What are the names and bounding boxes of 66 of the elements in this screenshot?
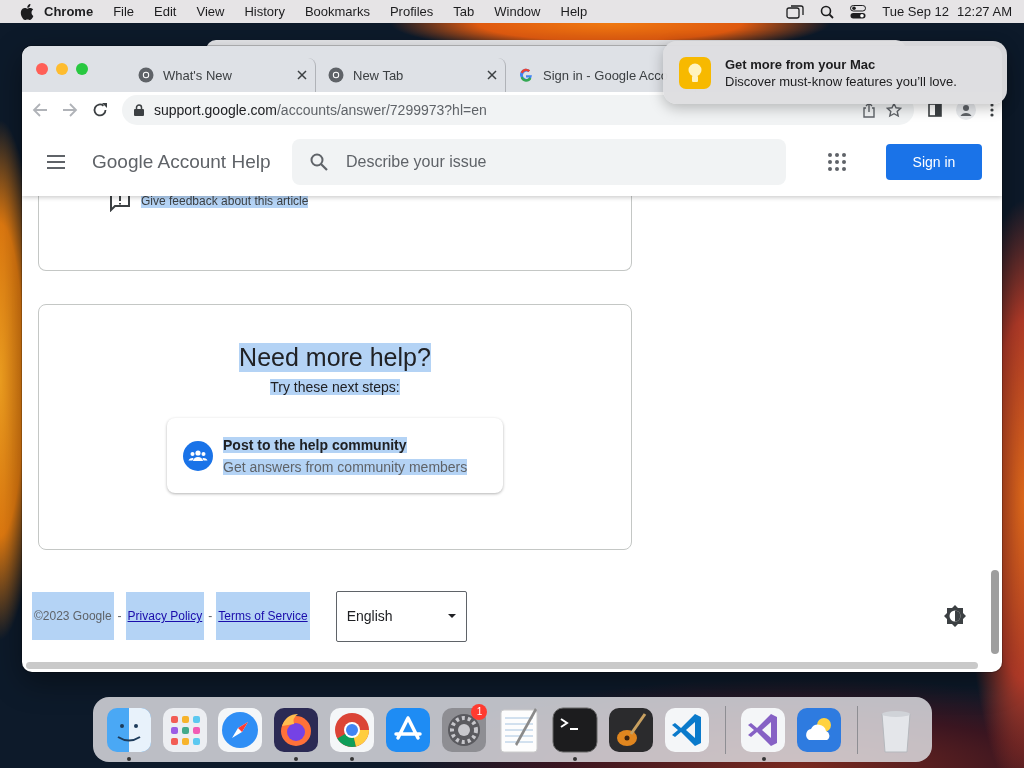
lock-icon [134, 104, 144, 116]
theme-icon[interactable] [944, 605, 966, 627]
code-editor-icon[interactable] [662, 705, 711, 754]
chrome-icon [328, 67, 344, 83]
menu-bar-date[interactable]: Tue Sep 12 [882, 4, 950, 19]
side-panel-icon[interactable] [928, 103, 942, 117]
menu-item[interactable]: Help [550, 4, 598, 19]
apple-icon[interactable] [20, 3, 34, 20]
star-icon[interactable] [886, 102, 902, 118]
separator-text: - [116, 609, 123, 623]
launchpad-icon[interactable] [160, 705, 209, 754]
close-icon[interactable] [487, 70, 497, 80]
sign-in-button[interactable]: Sign in [886, 144, 982, 180]
copyright-text: ©2023 Google [32, 592, 114, 640]
language-select[interactable]: English [335, 590, 467, 642]
visual-studio-icon[interactable] [739, 705, 788, 754]
windows-icon[interactable] [786, 4, 805, 19]
compass-icon[interactable] [216, 705, 265, 754]
menu-item[interactable]: View [186, 4, 235, 19]
weather-icon[interactable] [795, 705, 844, 754]
share-icon[interactable] [862, 102, 876, 118]
chrome-icon [138, 67, 154, 83]
notification-badge: 1 [471, 703, 488, 720]
menu-item[interactable]: File [103, 4, 145, 19]
menu-bar-time[interactable]: 12:27 AM [957, 4, 1012, 19]
app-menu[interactable]: Chrome [34, 4, 104, 19]
apps-icon[interactable] [828, 153, 846, 171]
footer-link[interactable]: Privacy Policy [125, 592, 205, 640]
menu-item[interactable]: Window [484, 4, 551, 19]
separator-text: - [207, 609, 214, 623]
option-title: Post to the help community [223, 436, 407, 453]
google-icon [518, 67, 534, 83]
menu-item[interactable]: History [234, 4, 295, 19]
option-description: Get answers from community members [223, 458, 468, 475]
caret-icon [447, 614, 456, 618]
finder-icon[interactable] [104, 705, 153, 754]
menu-item[interactable]: Tab [443, 4, 485, 19]
scrollbar[interactable] [26, 662, 978, 669]
chrome-icon[interactable] [328, 705, 376, 754]
people-icon [183, 440, 213, 471]
menu-item[interactable]: Bookmarks [294, 4, 380, 19]
guitar-icon[interactable] [606, 705, 655, 754]
menu-item[interactable]: Profiles [379, 4, 444, 19]
help-title: Need more help? [239, 343, 431, 372]
gear-icon[interactable] [439, 705, 488, 754]
reload-icon[interactable] [92, 102, 108, 118]
app-store-icon[interactable] [383, 705, 432, 754]
search-field[interactable]: Describe your issue [292, 139, 786, 185]
lightbulb-icon [679, 56, 711, 89]
menu-icon[interactable] [46, 155, 66, 169]
site-title[interactable]: Google Account Help [92, 151, 292, 173]
menu-item[interactable]: Edit [144, 4, 187, 19]
notification-title: Get more from your Mac [725, 56, 877, 72]
address-bar[interactable]: support.google.com/accounts/answer/7299973?hl=en [122, 95, 914, 125]
help-subtitle: Try these next steps: [270, 379, 400, 395]
notification-body: Discover must-know features you’ll love. [725, 73, 957, 89]
community-option[interactable]: Post to the help community Get answers from community members [167, 418, 503, 493]
scrollbar[interactable] [991, 570, 999, 654]
footer-link[interactable]: Terms of Service [216, 592, 310, 640]
notification[interactable]: Get more from your Mac Discover must-know features you’ll love. [663, 41, 1007, 104]
firefox-icon[interactable] [272, 705, 321, 754]
control-center-icon[interactable] [850, 4, 867, 19]
terminal-icon[interactable] [551, 705, 600, 754]
search-icon [310, 153, 328, 171]
search-icon[interactable] [820, 4, 835, 19]
close-icon[interactable] [297, 70, 307, 80]
